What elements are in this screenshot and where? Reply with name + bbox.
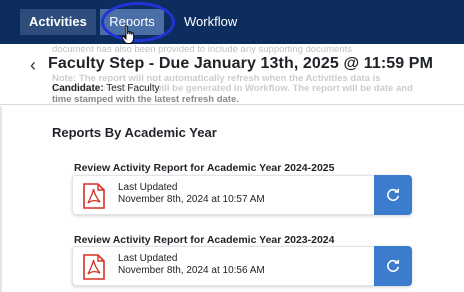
candidate-name: Test Faculty	[106, 83, 160, 94]
last-updated-value: November 8th, 2024 at 10:56 AM	[118, 265, 265, 276]
section-title: Reports By Academic Year	[52, 125, 217, 140]
pdf-file-icon	[83, 254, 105, 280]
refresh-button[interactable]	[374, 175, 412, 215]
refresh-icon	[387, 259, 400, 272]
refresh-button[interactable]	[374, 246, 412, 286]
page-title: Faculty Step - Due January 13th, 2025 @ …	[48, 55, 433, 72]
page-header: document has also been provided to inclu…	[0, 44, 464, 106]
faded-description: document has also been provided to inclu…	[52, 44, 352, 55]
report-card[interactable]: Last Updated November 8th, 2024 at 10:57…	[72, 175, 412, 215]
hand-pointer-icon	[121, 25, 135, 44]
report-card[interactable]: Last Updated November 8th, 2024 at 10:56…	[72, 246, 412, 286]
candidate-label: Candidate:	[52, 83, 104, 94]
tab-workflow[interactable]: Workflow	[174, 9, 247, 35]
refresh-icon	[387, 188, 400, 201]
last-updated-label: Last Updated	[118, 182, 178, 193]
candidate-info: Candidate: Test Faculty	[52, 83, 160, 94]
last-updated-value: November 8th, 2024 at 10:57 AM	[118, 194, 265, 205]
last-updated-label: Last Updated	[118, 253, 178, 264]
header-divider	[0, 104, 464, 105]
chevron-left-icon[interactable]: ‹	[30, 56, 36, 74]
tab-activities[interactable]: Activities	[20, 9, 96, 35]
top-nav: Activities Reports Workflow	[0, 0, 464, 44]
report-heading: Review Activity Report for Academic Year…	[74, 162, 335, 174]
report-heading: Review Activity Report for Academic Year…	[74, 234, 335, 246]
pdf-file-icon	[83, 183, 105, 209]
